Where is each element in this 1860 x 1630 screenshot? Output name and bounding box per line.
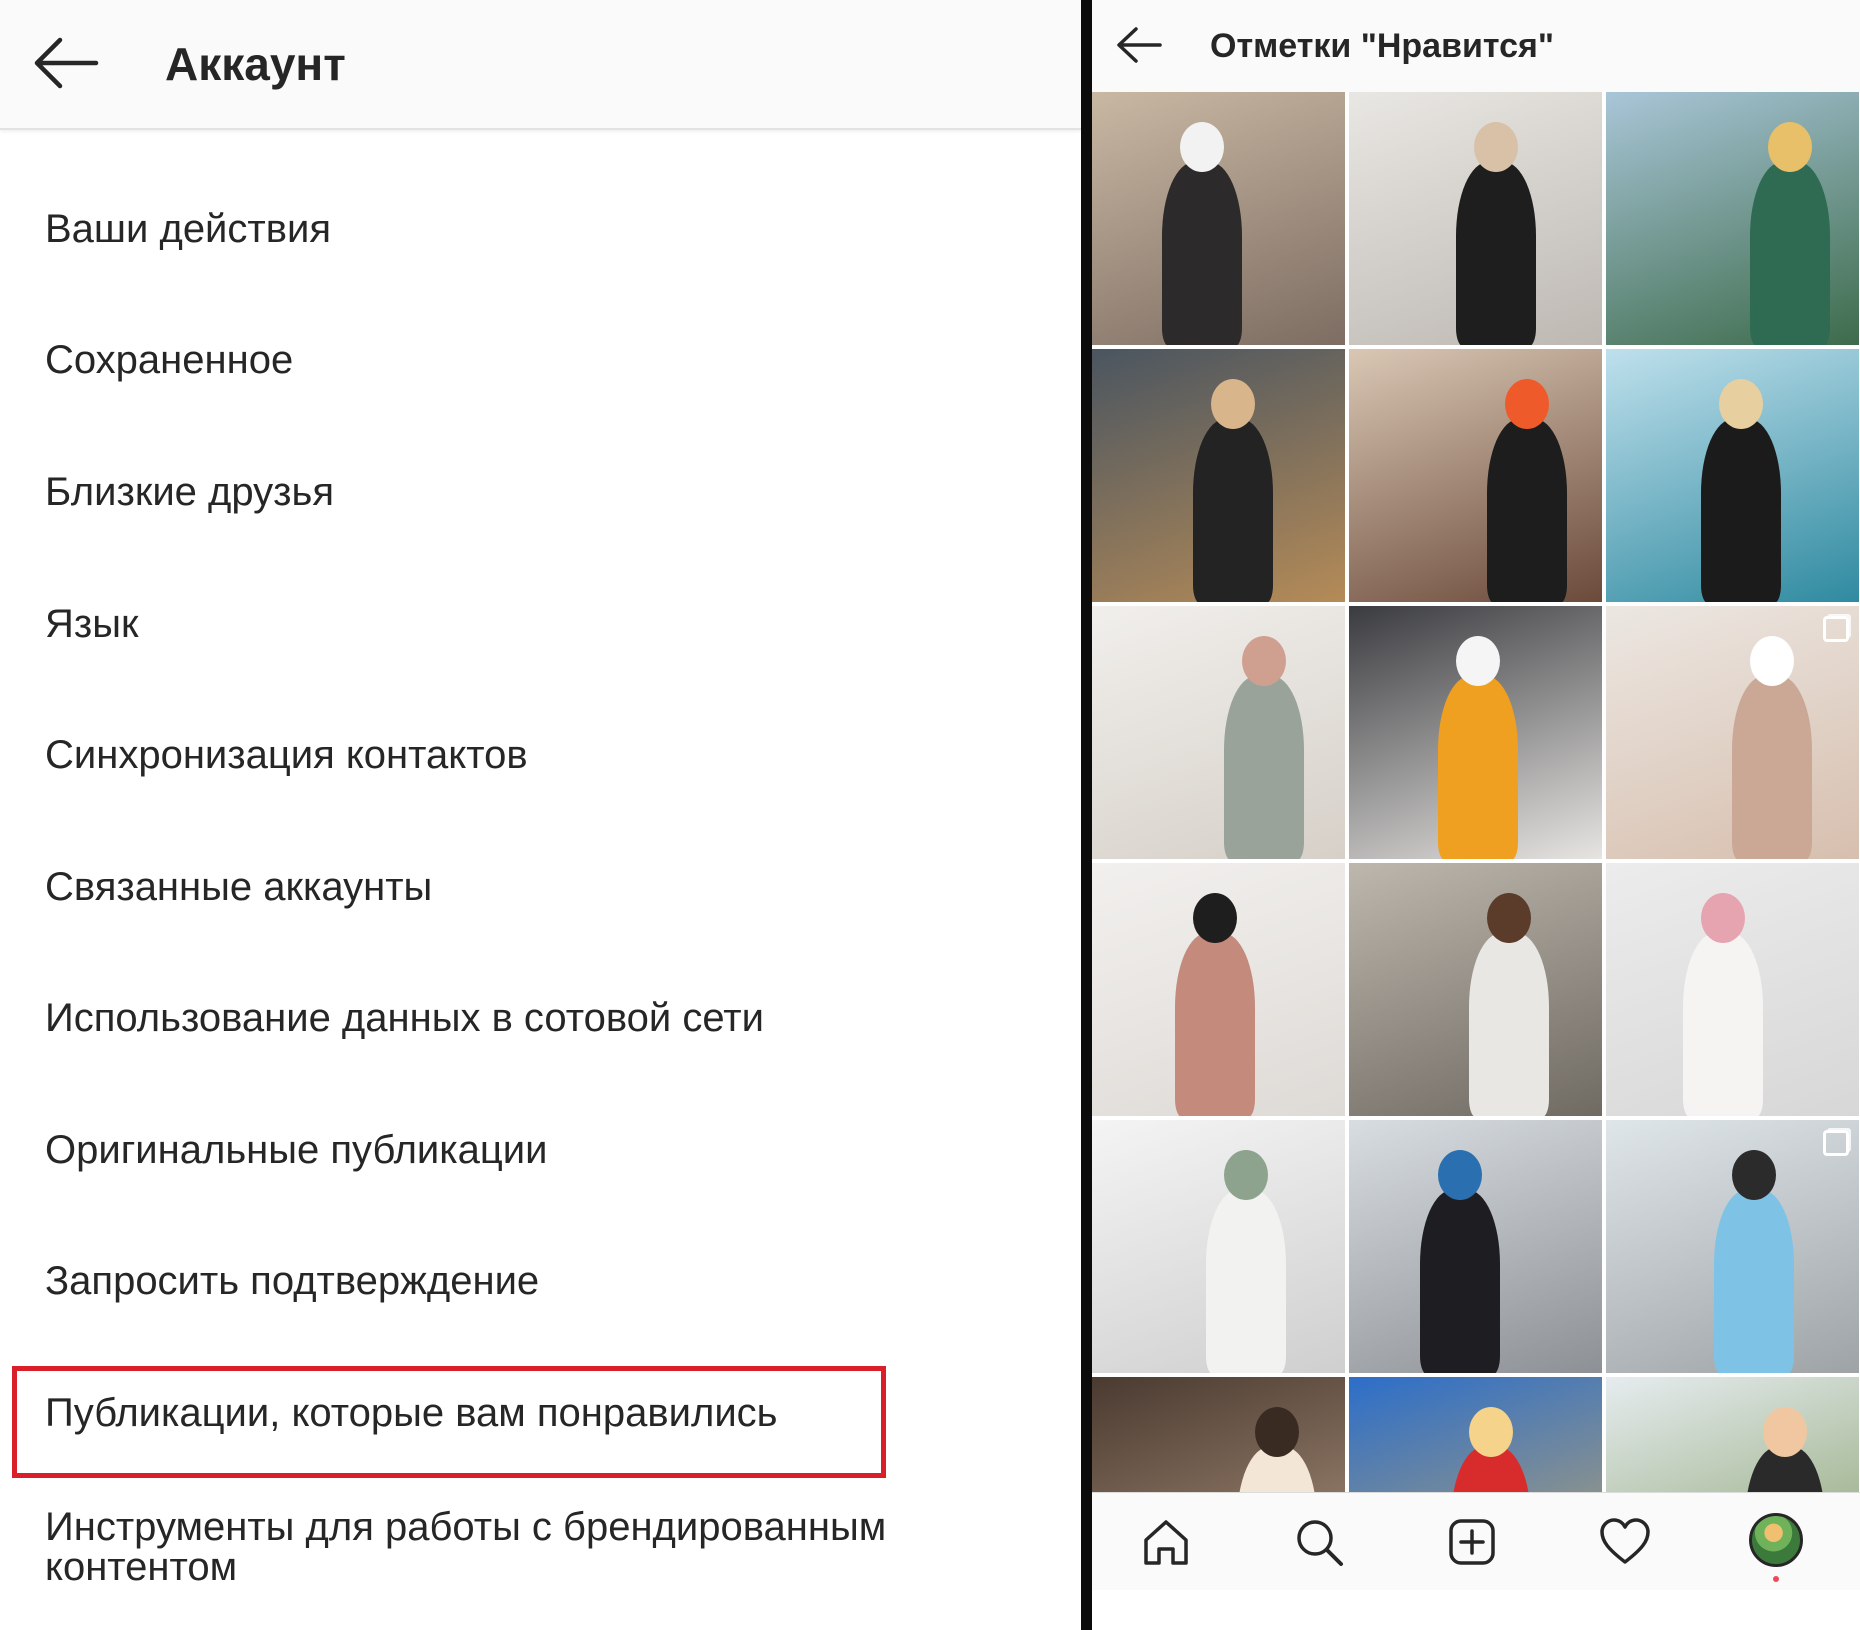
photo-subject xyxy=(1701,419,1781,602)
panel-bottom-gap xyxy=(1092,1590,1860,1630)
liked-post-thumbnail[interactable] xyxy=(1349,606,1602,859)
menu-item-cellular-data-use[interactable]: Использование данных в сотовой сети xyxy=(45,993,764,1043)
liked-posts-panel: Отметки "Нравится" xyxy=(1092,0,1860,1630)
photo-highlight xyxy=(1469,1407,1513,1457)
photo-highlight xyxy=(1456,636,1500,686)
photo-highlight xyxy=(1224,1150,1268,1200)
photo-subject xyxy=(1175,933,1255,1116)
photo-subject xyxy=(1162,162,1242,345)
bottom-tab-bar xyxy=(1092,1492,1860,1591)
profile-avatar[interactable] xyxy=(1749,1513,1803,1567)
menu-item-close-friends[interactable]: Близкие друзья xyxy=(45,467,334,517)
photo-subject xyxy=(1456,162,1536,345)
panel-divider xyxy=(1081,0,1092,1630)
photo-subject xyxy=(1206,1190,1286,1373)
photo-subject xyxy=(1750,162,1830,345)
menu-item-branded-content-tools[interactable]: Инструменты для работы с брендированным … xyxy=(45,1507,1025,1587)
photo-highlight xyxy=(1211,379,1255,429)
heart-icon[interactable] xyxy=(1596,1513,1654,1571)
notification-dot xyxy=(1773,1576,1779,1582)
liked-post-thumbnail[interactable] xyxy=(1092,1377,1345,1492)
liked-post-thumbnail[interactable] xyxy=(1606,1377,1859,1492)
liked-post-thumbnail[interactable] xyxy=(1092,92,1345,345)
photo-subject xyxy=(1487,419,1567,602)
search-icon[interactable] xyxy=(1290,1513,1348,1571)
photo-highlight xyxy=(1763,1407,1807,1457)
back-arrow-icon[interactable] xyxy=(30,34,100,92)
photo-subject xyxy=(1224,676,1304,859)
liked-post-thumbnail[interactable] xyxy=(1606,1120,1859,1373)
back-arrow-icon[interactable] xyxy=(1114,22,1164,68)
photo-highlight xyxy=(1701,893,1745,943)
liked-post-thumbnail[interactable] xyxy=(1606,92,1859,345)
liked-post-thumbnail[interactable] xyxy=(1092,606,1345,859)
liked-post-thumbnail[interactable] xyxy=(1092,863,1345,1116)
photo-highlight xyxy=(1719,379,1763,429)
liked-post-thumbnail[interactable] xyxy=(1349,1377,1602,1492)
account-header: Аккаунт xyxy=(0,0,1081,130)
menu-item-language[interactable]: Язык xyxy=(45,599,138,649)
liked-post-thumbnail[interactable] xyxy=(1349,92,1602,345)
liked-post-thumbnail[interactable] xyxy=(1349,1120,1602,1373)
photo-subject xyxy=(1714,1190,1794,1373)
account-settings-panel: Аккаунт Ваши действия Сохраненное Близки… xyxy=(0,0,1081,1630)
menu-item-contacts-sync[interactable]: Синхронизация контактов xyxy=(45,730,528,780)
liked-post-thumbnail[interactable] xyxy=(1349,863,1602,1116)
photo-subject xyxy=(1420,1190,1500,1373)
page-title: Аккаунт xyxy=(165,38,346,90)
photo-subject xyxy=(1469,933,1549,1116)
carousel-icon xyxy=(1823,1130,1849,1156)
liked-posts-header: Отметки "Нравится" xyxy=(1092,0,1860,92)
photo-subject xyxy=(1732,676,1812,859)
add-post-icon[interactable] xyxy=(1443,1513,1501,1571)
menu-item-your-activity[interactable]: Ваши действия xyxy=(45,204,331,254)
photo-highlight xyxy=(1487,893,1531,943)
photo-highlight xyxy=(1193,893,1237,943)
photo-highlight xyxy=(1732,1150,1776,1200)
photo-subject xyxy=(1193,419,1273,602)
menu-item-linked-accounts[interactable]: Связанные аккаунты xyxy=(45,862,432,912)
carousel-icon xyxy=(1823,616,1849,642)
photo-highlight xyxy=(1474,122,1518,172)
liked-post-thumbnail[interactable] xyxy=(1092,349,1345,602)
liked-post-thumbnail[interactable] xyxy=(1092,1120,1345,1373)
photo-highlight xyxy=(1768,122,1812,172)
home-icon[interactable] xyxy=(1137,1513,1195,1571)
menu-item-request-verification[interactable]: Запросить подтверждение xyxy=(45,1256,539,1306)
photo-highlight xyxy=(1180,122,1224,172)
page-title: Отметки "Нравится" xyxy=(1210,27,1554,65)
menu-item-saved[interactable]: Сохраненное xyxy=(45,335,293,385)
liked-post-thumbnail[interactable] xyxy=(1606,349,1859,602)
photo-subject xyxy=(1438,676,1518,859)
menu-item-original-posts[interactable]: Оригинальные публикации xyxy=(45,1125,547,1175)
liked-post-thumbnail[interactable] xyxy=(1606,863,1859,1116)
photo-highlight xyxy=(1242,636,1286,686)
photo-subject xyxy=(1683,933,1763,1116)
liked-posts-grid xyxy=(1092,92,1860,1492)
photo-highlight xyxy=(1505,379,1549,429)
photo-highlight xyxy=(1438,1150,1482,1200)
photo-highlight xyxy=(1255,1407,1299,1457)
menu-item-posts-you-liked[interactable]: Публикации, которые вам понравились xyxy=(45,1388,778,1438)
liked-post-thumbnail[interactable] xyxy=(1349,349,1602,602)
liked-post-thumbnail[interactable] xyxy=(1606,606,1859,859)
photo-highlight xyxy=(1750,636,1794,686)
